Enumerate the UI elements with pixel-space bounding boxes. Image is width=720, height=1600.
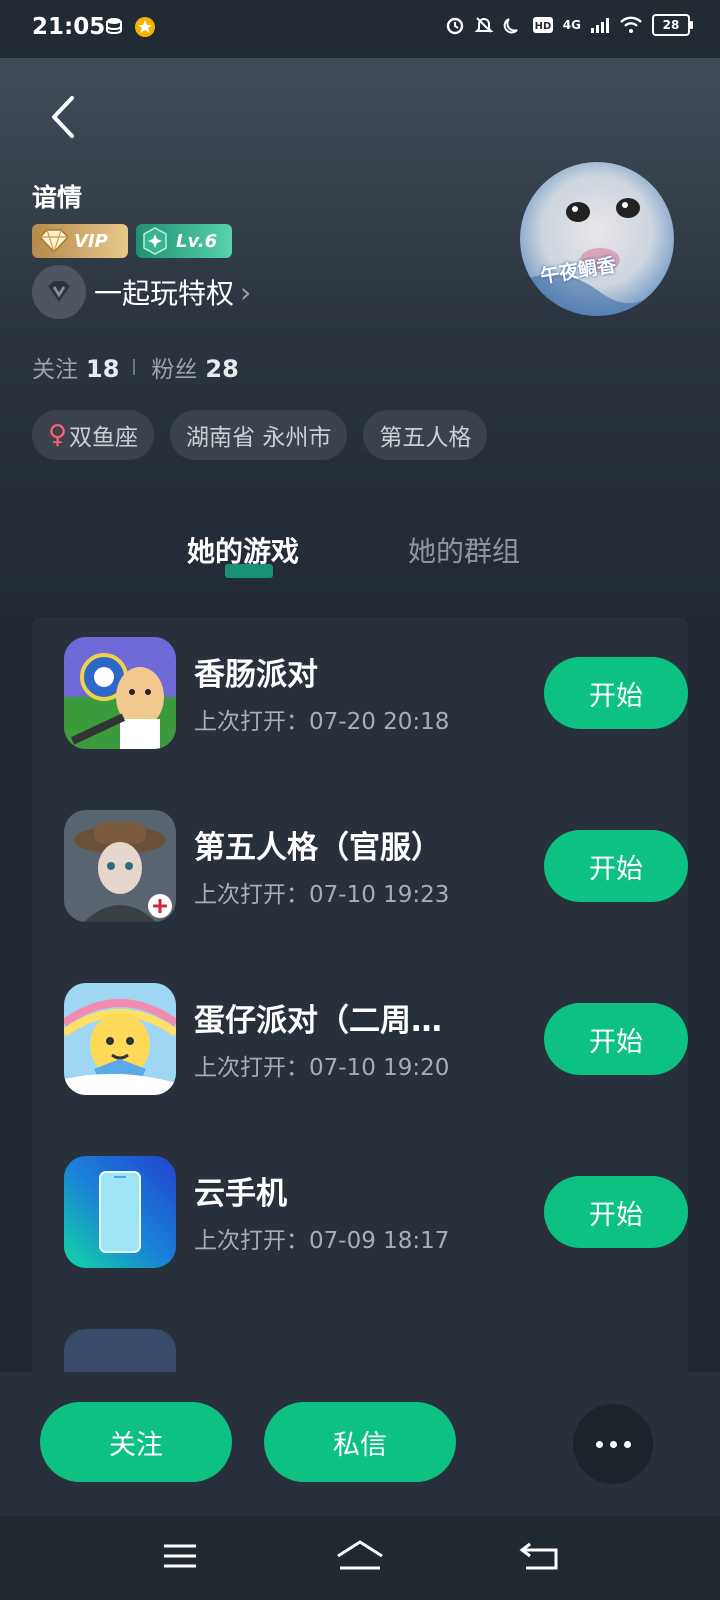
- hd-icon: HD: [532, 17, 553, 33]
- game-name: 香肠派对: [194, 657, 318, 693]
- game-name: 蛋仔派对（二周…: [194, 1003, 442, 1039]
- game-icon-partial: [64, 1329, 176, 1377]
- fans-label: 粉丝: [151, 357, 198, 383]
- tab-her-games[interactable]: 她的游戏: [187, 530, 299, 570]
- follow-button[interactable]: 关注: [40, 1402, 232, 1482]
- chevron-right-icon: ›: [240, 275, 252, 309]
- following-stat[interactable]: 关注 18: [32, 350, 119, 384]
- list-item[interactable]: 香肠派对 上次打开：07-20 20:18 开始: [64, 637, 688, 749]
- game-last-opened: 上次打开：07-10 19:20: [194, 1055, 450, 1081]
- vip-badge[interactable]: VIP: [32, 224, 128, 258]
- avatar[interactable]: 午夜鲷香: [520, 162, 674, 316]
- username: 谙情: [32, 183, 83, 212]
- more-dot: [623, 1440, 631, 1448]
- eggy-party-icon: [64, 983, 176, 1095]
- list-item-partial[interactable]: [64, 1329, 664, 1377]
- tag-location: 湖南省 永州市: [170, 410, 348, 460]
- identity-v-icon: [64, 810, 176, 922]
- more-dot: [595, 1440, 603, 1448]
- status-time: 21:05: [32, 14, 106, 40]
- svg-text:HD: HD: [534, 21, 551, 32]
- game-list: 香肠派对 上次打开：07-20 20:18 开始 第五人格（官服） 上次打开：0…: [32, 617, 688, 1377]
- privilege-label: 一起玩特权: [94, 277, 235, 310]
- avatar-face: [520, 198, 674, 316]
- battery-level: 28: [662, 18, 680, 32]
- shield-v-icon: [48, 281, 70, 302]
- fans-stat[interactable]: 粉丝 28: [151, 350, 238, 384]
- more-button[interactable]: [573, 1404, 653, 1484]
- tag-label: 第五人格: [379, 425, 472, 451]
- level-label: Lv.6: [176, 230, 218, 252]
- badges: VIP Lv.6: [32, 224, 232, 258]
- database-icon: [106, 18, 122, 35]
- start-button[interactable]: 开始: [544, 657, 688, 729]
- diamond-icon: [38, 229, 70, 254]
- game-last-opened: 上次打开：07-20 20:18: [194, 709, 450, 735]
- profile-tags: ♀ 双鱼座 湖南省 永州市 第五人格: [32, 410, 488, 460]
- more-dot: [609, 1440, 617, 1448]
- game-last-opened: 上次打开：07-09 18:17: [194, 1228, 450, 1254]
- battery-icon: 28: [652, 14, 693, 36]
- list-item[interactable]: 蛋仔派对（二周… 上次打开：07-10 19:20 开始: [64, 983, 688, 1095]
- level-badge[interactable]: Lv.6: [136, 224, 232, 258]
- home-icon[interactable]: [330, 1536, 390, 1576]
- network-label: 4G: [562, 18, 581, 32]
- game-icon-eggy-party: [64, 983, 176, 1095]
- star-badge-icon: [135, 17, 155, 37]
- privilege-link[interactable]: 一起玩特权 ›: [32, 265, 251, 319]
- bell-off-icon: [474, 17, 494, 33]
- game-icon-sausage: [64, 637, 176, 749]
- game-icon-identity-v: [64, 810, 176, 922]
- level-star-icon: [143, 227, 167, 255]
- start-button[interactable]: 开始: [544, 1176, 688, 1248]
- tag-game: 第五人格: [363, 410, 488, 460]
- bottom-action-bar: 关注 私信: [0, 1372, 720, 1516]
- list-item[interactable]: 第五人格（官服） 上次打开：07-10 19:23 开始: [64, 810, 688, 922]
- tab-her-groups[interactable]: 她的群组: [408, 530, 520, 570]
- female-icon: ♀: [48, 420, 68, 450]
- back-nav-icon[interactable]: [510, 1536, 570, 1576]
- message-button[interactable]: 私信: [264, 1402, 456, 1482]
- start-button[interactable]: 开始: [544, 830, 688, 902]
- sausage-party-icon: [64, 637, 176, 749]
- game-last-opened: 上次打开：07-10 19:23: [194, 882, 450, 908]
- game-name: 第五人格（官服）: [194, 830, 442, 866]
- privilege-icon: [32, 265, 86, 319]
- tab-bar: 她的游戏 她的群组: [0, 520, 720, 580]
- following-count: 18: [86, 355, 120, 383]
- system-nav-bar: [0, 1516, 720, 1600]
- back-button[interactable]: [42, 92, 86, 142]
- alarm-icon: [446, 17, 463, 35]
- tag-label: 双鱼座: [69, 425, 139, 451]
- tag-label: 湖南省 永州市: [186, 425, 332, 451]
- moon-icon: [503, 18, 518, 34]
- game-icon-cloud-phone: [64, 1156, 176, 1268]
- follow-stats: 关注 18 粉丝 28: [32, 350, 239, 384]
- game-name: 云手机: [194, 1176, 287, 1212]
- start-button[interactable]: 开始: [544, 1003, 688, 1075]
- list-item[interactable]: 云手机 上次打开：07-09 18:17 开始: [64, 1156, 688, 1268]
- divider: [133, 359, 136, 375]
- vip-label: VIP: [74, 230, 108, 252]
- status-bar: 21:05 HD 4G 28: [0, 0, 720, 58]
- signal-icon: [591, 18, 609, 33]
- menu-icon[interactable]: [150, 1536, 210, 1576]
- following-label: 关注: [32, 357, 78, 383]
- cloud-phone-icon: [64, 1156, 176, 1268]
- fans-count: 28: [205, 355, 239, 383]
- tag-zodiac: ♀ 双鱼座: [32, 410, 155, 460]
- wifi-icon: [620, 16, 642, 33]
